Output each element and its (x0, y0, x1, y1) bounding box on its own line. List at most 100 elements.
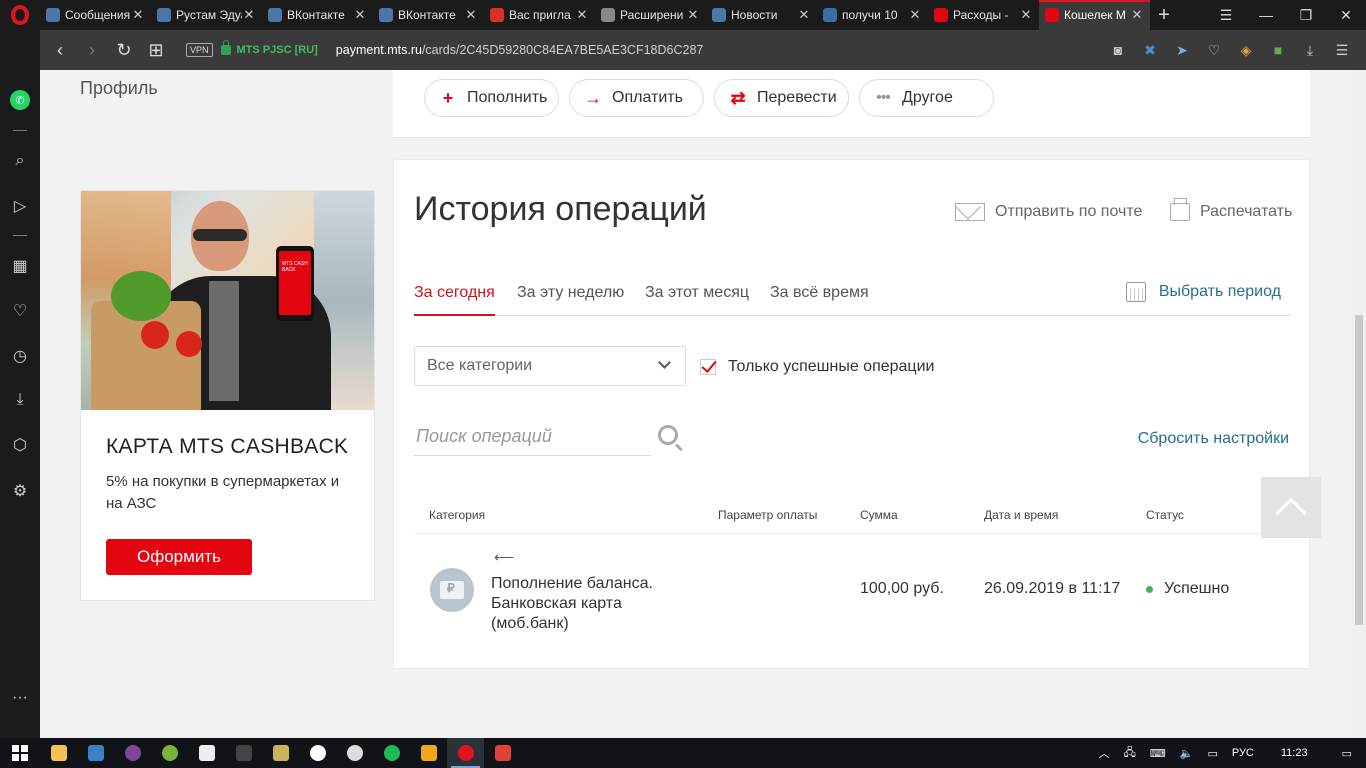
whatsapp-icon[interactable]: ✆ (0, 85, 40, 115)
lock-icon[interactable] (220, 40, 231, 55)
search-input[interactable]: Поиск операций (414, 418, 651, 456)
tab-today[interactable]: За сегодня (414, 284, 495, 316)
speed-dial-icon[interactable]: ▦ (0, 251, 40, 281)
tray-up-icon[interactable]: ︿ (1092, 745, 1117, 761)
browser-tab[interactable]: получи 10 ✕ (817, 0, 928, 30)
close-tab-icon[interactable]: ✕ (908, 7, 922, 23)
spotify-icon[interactable] (373, 738, 410, 768)
language-icon[interactable]: ⌨ (1143, 747, 1173, 760)
close-tab-icon[interactable]: ✕ (797, 7, 811, 23)
utorrent-icon[interactable] (151, 738, 188, 768)
history-icon[interactable]: ◷ (0, 341, 40, 371)
close-tab-icon[interactable]: ✕ (131, 7, 145, 23)
vpn-badge[interactable]: VPN (186, 43, 213, 57)
app-icon-red[interactable] (484, 738, 521, 768)
bookmark-heart-icon[interactable]: ♡ (1200, 36, 1228, 64)
close-tab-icon[interactable]: ✕ (575, 7, 589, 23)
site-identity[interactable]: MTS PJSC [RU] (237, 44, 318, 56)
browser-tab[interactable]: Кошелек М ✕ (1039, 0, 1150, 30)
promo-image[interactable]: MTS CASH BACK (81, 191, 374, 410)
scroll-to-top-button[interactable] (1261, 477, 1321, 538)
browser-tab[interactable]: Новости ✕ (706, 0, 817, 30)
apply-button[interactable]: Оформить (106, 539, 252, 575)
browser-tab[interactable]: ВКонтакте ✕ (262, 0, 373, 30)
close-tab-icon[interactable]: ✕ (464, 7, 478, 23)
download-icon[interactable]: ⤓ (1296, 36, 1324, 64)
tab-month[interactable]: За этот месяц (645, 284, 749, 316)
more-icon[interactable]: ··· (0, 683, 40, 713)
opera-menu-icon[interactable] (0, 0, 40, 30)
opera-taskbar-icon[interactable] (447, 738, 484, 768)
clock[interactable]: 11:23 (1261, 747, 1328, 759)
extensions-icon[interactable]: ⬡ (0, 430, 40, 460)
reload-icon[interactable]: ↻ (108, 30, 140, 70)
url-field[interactable]: payment.mts.ru/cards/2C45D59280C84EA7BE5… (336, 43, 704, 57)
close-tab-icon[interactable]: ✕ (1019, 7, 1033, 23)
flow-icon[interactable]: ➤ (1168, 36, 1196, 64)
other-button[interactable]: ••• Другое (859, 79, 994, 117)
network-icon[interactable]: 🖧 (1117, 744, 1143, 763)
choose-period-button[interactable]: Выбрать период (1125, 282, 1281, 302)
transfer-button[interactable]: ⇄ Перевести (714, 79, 849, 117)
back-icon[interactable]: ‹ (44, 30, 76, 70)
tor-browser-icon[interactable] (114, 738, 151, 768)
tabs-grid-icon[interactable]: ⊞ (140, 30, 172, 70)
extension-color-icon[interactable]: ◈ (1232, 36, 1260, 64)
extension-box-icon[interactable]: ■ (1264, 36, 1292, 64)
browser-tab[interactable]: Рустам Эдуа ✕ (151, 0, 262, 30)
page-scrollbar[interactable] (1352, 70, 1366, 738)
browser-tab[interactable]: Сообщения ✕ (40, 0, 151, 30)
scrollbar-thumb[interactable] (1355, 315, 1363, 625)
keyboard-layout-icon[interactable]: ▭ (1200, 747, 1224, 760)
close-tab-icon[interactable]: ✕ (353, 7, 367, 23)
live-icon[interactable] (225, 738, 262, 768)
language-indicator[interactable]: РУС (1225, 747, 1261, 759)
print-button[interactable]: Распечатать (1170, 198, 1292, 221)
steam-icon[interactable] (336, 738, 373, 768)
checkbox-checked-icon[interactable] (700, 359, 716, 375)
browser-tab[interactable]: ВКонтакте ✕ (373, 0, 484, 30)
tab-favicon-icon (934, 8, 948, 22)
itunes-icon[interactable] (299, 738, 336, 768)
tab-week[interactable]: За эту неделю (517, 284, 624, 316)
search-icon[interactable]: ⌕ (0, 146, 40, 176)
category-select[interactable]: Все категории (414, 346, 686, 386)
heart-icon[interactable]: ♡ (0, 296, 40, 326)
send-icon[interactable]: ▷ (0, 191, 40, 221)
close-window-icon[interactable]: ✕ (1326, 0, 1366, 30)
easy-setup-icon[interactable]: ☰ (1328, 36, 1356, 64)
pay-button[interactable]: → Оплатить (569, 79, 704, 117)
app-icon-blue[interactable] (77, 738, 114, 768)
adblock-icon[interactable]: ✖ (1136, 36, 1164, 64)
status-badge: Успешно (1146, 580, 1229, 598)
close-tab-icon[interactable]: ✕ (1130, 7, 1144, 23)
browser-tab[interactable]: Вас пригла ✕ (484, 0, 595, 30)
browser-tab[interactable]: Расширени ✕ (595, 0, 706, 30)
volume-icon[interactable]: 🔈 (1173, 747, 1201, 760)
reset-settings-link[interactable]: Сбросить настройки (1138, 430, 1289, 448)
forward-icon[interactable]: › (76, 30, 108, 70)
camera-icon[interactable]: ◙ (1104, 36, 1132, 64)
app-icon-dark[interactable] (188, 738, 225, 768)
settings-icon[interactable]: ⚙ (0, 476, 40, 506)
tab-menu-icon[interactable]: ☰ (1206, 0, 1246, 30)
new-tab-button[interactable]: + (1150, 0, 1178, 30)
profile-link[interactable]: Профиль (80, 78, 158, 99)
windows-start-icon[interactable] (0, 738, 40, 768)
file-explorer-icon[interactable] (40, 738, 77, 768)
close-tab-icon[interactable]: ✕ (242, 7, 256, 23)
browser-tab[interactable]: Расходы - ✕ (928, 0, 1039, 30)
minimize-icon[interactable]: — (1246, 0, 1286, 30)
only-success-checkbox[interactable]: Только успешные операции (700, 358, 934, 376)
restore-icon[interactable]: ❐ (1286, 0, 1326, 30)
app-icon-frame[interactable] (262, 738, 299, 768)
table-row[interactable]: ⟵ Пополнение баланса. Банковская карта (… (414, 544, 1291, 644)
app-icon-yellow[interactable] (410, 738, 447, 768)
topup-button[interactable]: + Пополнить (424, 79, 559, 117)
close-tab-icon[interactable]: ✕ (686, 7, 700, 23)
send-by-mail-button[interactable]: Отправить по почте (955, 203, 1142, 221)
tab-all-time[interactable]: За всё время (770, 284, 869, 316)
notifications-icon[interactable]: ▭ (1328, 747, 1366, 760)
downloads-icon[interactable]: ⤓ (0, 385, 40, 415)
search-icon[interactable] (658, 425, 678, 445)
